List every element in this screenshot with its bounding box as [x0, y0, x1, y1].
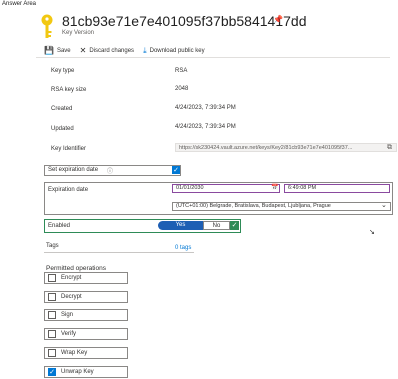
toolbar: 💾 Save ✕ Discard changes ⤓ Download publ… [44, 46, 214, 56]
permitted-operations-heading: Permitted operations [46, 265, 106, 272]
toolbar-divider [36, 57, 390, 58]
save-label: Save [56, 48, 71, 54]
discard-changes-button[interactable]: ✕ Discard changes [80, 47, 134, 55]
decrypt-checkbox[interactable] [48, 293, 56, 301]
created-value: 4/24/2023, 7:39:34 PM [175, 105, 236, 111]
key-identifier-field[interactable]: https://sk230424.vault.azure.net/keys/Ke… [175, 143, 397, 152]
set-expiration-checkbox[interactable]: ✓ [172, 166, 180, 174]
op-sign[interactable]: Sign [44, 309, 128, 321]
close-icon: ✕ [79, 46, 87, 55]
updated-value: 4/24/2023, 7:39:34 PM [175, 124, 236, 130]
key-identifier-label: Key Identifier [51, 146, 87, 152]
updated-label: Updated [51, 126, 74, 132]
op-decrypt[interactable]: Decrypt [44, 291, 128, 303]
unwrap-key-label: Unwrap Key [61, 369, 94, 375]
calendar-icon[interactable]: 📅 [271, 184, 278, 191]
unwrap-key-checkbox[interactable]: ✓ [48, 368, 56, 376]
key-type-label: Key type [51, 68, 75, 74]
pin-icon[interactable]: 📌 [273, 15, 283, 24]
enabled-toggle[interactable]: Yes No ✓ [158, 221, 240, 230]
expiration-date-value: 01/01/2030 [176, 185, 204, 191]
key-type-value: RSA [175, 68, 188, 74]
key-size-value: 2048 [175, 86, 189, 92]
expiration-time-input[interactable]: 6:49:08 PM [284, 184, 390, 193]
page-subtitle: Key Version [62, 30, 95, 36]
download-label: Download public key [149, 48, 205, 54]
expiration-date-input[interactable]: 01/01/2030 [172, 184, 280, 193]
enabled-yes-option[interactable]: Yes [158, 221, 203, 230]
more-icon[interactable]: ⋯ [291, 14, 300, 23]
sign-checkbox[interactable] [48, 311, 56, 319]
created-label: Created [51, 106, 73, 112]
encrypt-checkbox[interactable] [48, 274, 56, 282]
page-title: 81cb93e71e7e401095f37bb5841417dd [62, 13, 307, 29]
info-icon[interactable]: ⓘ [107, 166, 113, 175]
timezone-value: (UTC+01:00) Belgrade, Bratislava, Budape… [176, 203, 331, 209]
download-public-key-button[interactable]: ⤓ Download public key [143, 47, 205, 55]
save-button[interactable]: 💾 Save [44, 47, 71, 55]
tags-row [44, 240, 194, 253]
key-size-label: RSA key size [51, 87, 87, 93]
wrap-key-checkbox[interactable] [48, 349, 56, 357]
verify-label: Verify [61, 331, 77, 337]
key-icon [40, 14, 54, 40]
op-encrypt[interactable]: Encrypt [44, 272, 128, 284]
expiration-time-value: 6:49:08 PM [288, 185, 317, 191]
wrap-key-label: Wrap Key [61, 350, 88, 356]
tags-label: Tags [46, 243, 59, 249]
op-unwrap-key[interactable]: ✓ Unwrap Key [44, 366, 128, 378]
enabled-no-option[interactable]: No [203, 221, 230, 230]
encrypt-label: Encrypt [61, 275, 82, 281]
verify-checkbox[interactable] [48, 330, 56, 338]
timezone-dropdown[interactable]: (UTC+01:00) Belgrade, Bratislava, Budape… [172, 202, 391, 211]
tags-link[interactable]: 0 tags [175, 245, 191, 251]
expiration-date-label: Expiration date [48, 187, 89, 193]
download-icon: ⤓ [143, 46, 147, 55]
answer-area-label: Answer Area [2, 1, 37, 7]
decrypt-label: Decrypt [61, 294, 82, 300]
set-expiration-label: Set expiration date [48, 167, 99, 173]
sign-label: Sign [61, 312, 74, 318]
mouse-cursor-icon: ↘ [369, 229, 375, 236]
check-icon: ✓ [230, 221, 239, 230]
op-wrap-key[interactable]: Wrap Key [44, 347, 128, 359]
chevron-down-icon[interactable]: ⌄ [381, 201, 387, 209]
enabled-label: Enabled [48, 223, 71, 229]
save-icon: 💾 [44, 46, 54, 55]
discard-label: Discard changes [89, 48, 135, 54]
copy-icon[interactable]: ⧉ [387, 144, 392, 152]
op-verify[interactable]: Verify [44, 328, 128, 340]
